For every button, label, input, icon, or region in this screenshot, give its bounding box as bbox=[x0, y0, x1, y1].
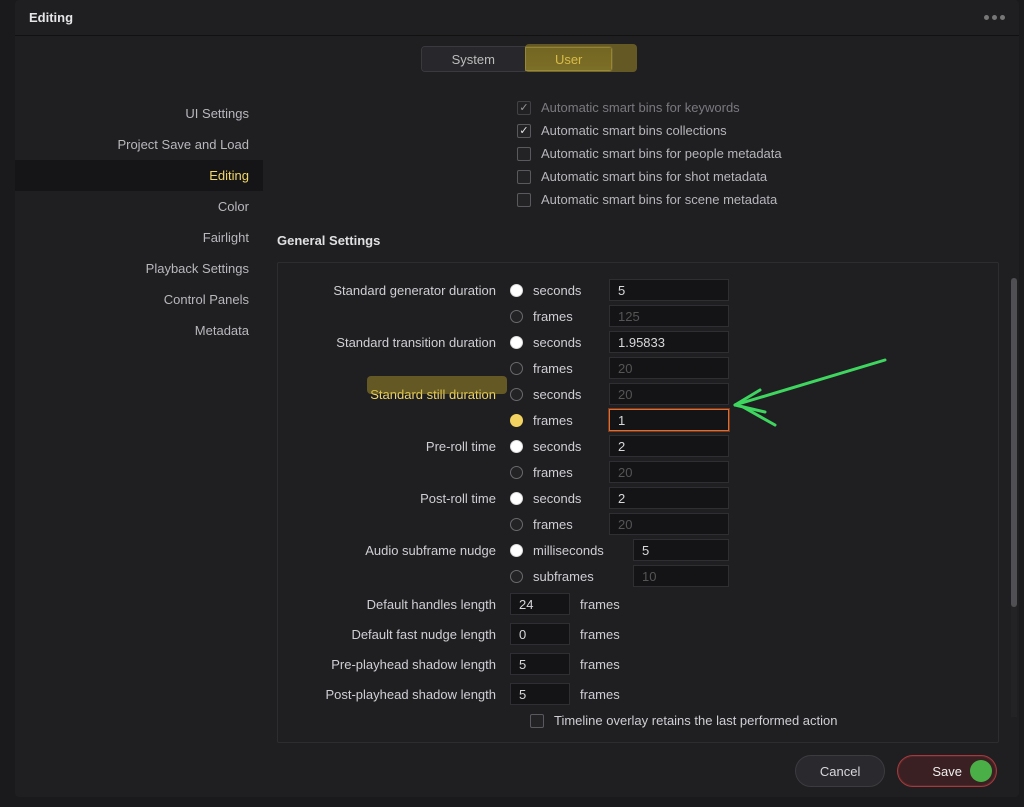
label-handles: Default handles length bbox=[296, 597, 510, 612]
label-postshadow: Post-playhead shadow length bbox=[296, 687, 510, 702]
sidebar-item-fairlight[interactable]: Fairlight bbox=[15, 222, 263, 253]
radio-audio-ms[interactable] bbox=[510, 544, 523, 557]
radio-still-frames[interactable] bbox=[510, 414, 523, 427]
input-audio-ms[interactable] bbox=[633, 539, 729, 561]
sidebar-item-playback[interactable]: Playback Settings bbox=[15, 253, 263, 284]
checkbox-smartbin-collections[interactable] bbox=[517, 124, 531, 138]
more-menu-icon[interactable] bbox=[984, 15, 1005, 20]
tab-user[interactable]: User bbox=[525, 47, 612, 71]
label-fast-nudge: Default fast nudge length bbox=[296, 627, 510, 642]
radio-transition-frames[interactable] bbox=[510, 362, 523, 375]
input-preroll-seconds[interactable] bbox=[609, 435, 729, 457]
sidebar-item-ui-settings[interactable]: UI Settings bbox=[15, 98, 263, 129]
input-postroll-seconds[interactable] bbox=[609, 487, 729, 509]
input-preroll-frames[interactable] bbox=[609, 461, 729, 483]
main-panel: Automatic smart bins for keywords Automa… bbox=[263, 78, 1019, 797]
input-handles[interactable] bbox=[510, 593, 570, 615]
label-generator-duration: Standard generator duration bbox=[296, 283, 510, 298]
label-transition-duration: Standard transition duration bbox=[296, 335, 510, 350]
label-still-duration: Standard still duration bbox=[296, 387, 510, 402]
radio-postroll-frames[interactable] bbox=[510, 518, 523, 531]
tab-system[interactable]: System bbox=[422, 47, 525, 71]
checkbox-smartbin-scene[interactable] bbox=[517, 193, 531, 207]
label-smartbin-shot: Automatic smart bins for shot metadata bbox=[541, 169, 767, 184]
sidebar-item-control-panels[interactable]: Control Panels bbox=[15, 284, 263, 315]
label-preroll: Pre-roll time bbox=[296, 439, 510, 454]
sidebar-item-color[interactable]: Color bbox=[15, 191, 263, 222]
sidebar-item-project-save[interactable]: Project Save and Load bbox=[15, 129, 263, 160]
radio-audio-subframes[interactable] bbox=[510, 570, 523, 583]
radio-preroll-frames[interactable] bbox=[510, 466, 523, 479]
input-preshadow[interactable] bbox=[510, 653, 570, 675]
annotation-circle-icon bbox=[970, 760, 992, 782]
radio-generator-frames[interactable] bbox=[510, 310, 523, 323]
input-audio-subframes[interactable] bbox=[633, 565, 729, 587]
input-postshadow[interactable] bbox=[510, 683, 570, 705]
label-smartbin-people: Automatic smart bins for people metadata bbox=[541, 146, 782, 161]
label-smartbin-keywords: Automatic smart bins for keywords bbox=[541, 100, 740, 115]
checkbox-smartbin-people[interactable] bbox=[517, 147, 531, 161]
checkbox-overlay-retain[interactable] bbox=[530, 714, 544, 728]
cancel-button[interactable]: Cancel bbox=[795, 755, 885, 787]
sidebar-item-editing[interactable]: Editing bbox=[15, 160, 263, 191]
radio-preroll-seconds[interactable] bbox=[510, 440, 523, 453]
radio-transition-seconds[interactable] bbox=[510, 336, 523, 349]
scrollbar-thumb[interactable] bbox=[1011, 278, 1017, 607]
label-audio-subframe: Audio subframe nudge bbox=[296, 543, 510, 558]
section-title-general: General Settings bbox=[277, 233, 999, 248]
window-title: Editing bbox=[29, 10, 73, 25]
input-transition-frames[interactable] bbox=[609, 357, 729, 379]
input-still-frames[interactable] bbox=[609, 409, 729, 431]
label-overlay-retain: Timeline overlay retains the last perfor… bbox=[554, 713, 837, 728]
general-settings-panel: Standard generator duration seconds fram… bbox=[277, 262, 999, 743]
input-generator-seconds[interactable] bbox=[609, 279, 729, 301]
input-fast-nudge[interactable] bbox=[510, 623, 570, 645]
label-smartbin-collections: Automatic smart bins collections bbox=[541, 123, 727, 138]
radio-postroll-seconds[interactable] bbox=[510, 492, 523, 505]
titlebar: Editing bbox=[15, 0, 1019, 36]
input-generator-frames[interactable] bbox=[609, 305, 729, 327]
checkbox-smartbin-shot[interactable] bbox=[517, 170, 531, 184]
sidebar: UI Settings Project Save and Load Editin… bbox=[15, 78, 263, 797]
radio-generator-seconds[interactable] bbox=[510, 284, 523, 297]
input-postroll-frames[interactable] bbox=[609, 513, 729, 535]
label-smartbin-scene: Automatic smart bins for scene metadata bbox=[541, 192, 777, 207]
radio-still-seconds[interactable] bbox=[510, 388, 523, 401]
label-postroll: Post-roll time bbox=[296, 491, 510, 506]
tab-bar: System User bbox=[15, 36, 1019, 78]
checkbox-smartbin-keywords[interactable] bbox=[517, 101, 531, 115]
input-transition-seconds[interactable] bbox=[609, 331, 729, 353]
label-preshadow: Pre-playhead shadow length bbox=[296, 657, 510, 672]
sidebar-item-metadata[interactable]: Metadata bbox=[15, 315, 263, 346]
save-button[interactable]: Save bbox=[897, 755, 997, 787]
scrollbar[interactable] bbox=[1011, 278, 1017, 717]
input-still-seconds[interactable] bbox=[609, 383, 729, 405]
